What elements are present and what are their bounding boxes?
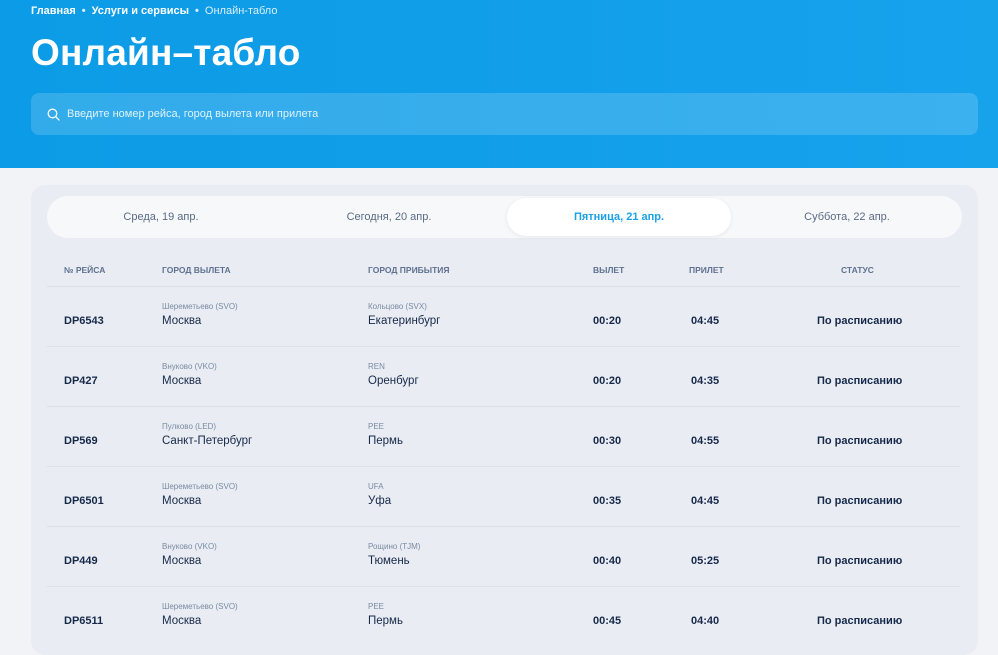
departure-time: 00:35 [593,495,622,507]
flight-table: DP6543 Шереметьево (SVO) Москва Кольцово… [47,286,960,646]
departure-airport: Шереметьево (SVO) [162,602,238,611]
breadcrumb-current: Онлайн-табло [204,5,278,17]
arrival-city: Тюмень [368,555,410,567]
arrival-airport: Кольцово (SVX) [368,302,427,311]
breadcrumb-home-link[interactable]: Главная [31,5,76,17]
arrival-time: 04:45 [691,315,720,327]
header-status: СТАТУС [841,265,874,275]
departure-airport: Внуково (VKO) [162,362,217,371]
breadcrumb-services-link[interactable]: Услуги и сервисы [92,5,189,17]
departure-time: 00:40 [593,555,622,567]
departure-time: 00:45 [593,615,622,627]
search-input[interactable] [67,108,947,120]
breadcrumb-separator: • [81,5,86,17]
table-row[interactable]: DP6511 Шереметьево (SVO) Москва PEE Перм… [47,586,960,646]
arrival-time: 04:40 [691,615,720,627]
header-flight: № РЕЙСА [64,265,106,275]
departure-airport: Шереметьево (SVO) [162,302,238,311]
breadcrumb-separator: • [195,5,199,17]
departure-city: Москва [162,495,202,507]
flight-status: По расписанию [817,495,903,507]
flight-status: По расписанию [817,315,903,327]
arrival-city: Пермь [368,615,403,627]
flight-status: По расписанию [817,615,903,627]
flight-number: DP427 [64,375,98,387]
arrival-airport: REN [368,362,385,371]
arrival-time: 04:55 [691,435,720,447]
departure-city: Москва [162,315,202,327]
tab-wednesday[interactable]: Среда, 19 апр. [49,198,273,236]
departure-city: Москва [162,615,202,627]
search-box[interactable] [31,93,978,135]
flight-number: DP6543 [64,315,104,327]
table-row[interactable]: DP427 Внуково (VKO) Москва REN Оренбург … [47,346,960,406]
departure-time: 00:30 [593,435,622,447]
table-row[interactable]: DP569 Пулково (LED) Санкт-Петербург PEE … [47,406,960,466]
table-header: № РЕЙСА ГОРОД ВЫЛЕТА ГОРОД ПРИБЫТИЯ ВЫЛЕ… [31,265,978,285]
arrival-city: Пермь [368,435,403,447]
table-row[interactable]: DP449 Внуково (VKO) Москва Рощино (TJM) … [47,526,960,586]
table-row[interactable]: DP6543 Шереметьево (SVO) Москва Кольцово… [47,286,960,346]
arrival-airport: Рощино (TJM) [368,542,421,551]
flight-board: Среда, 19 апр. Сегодня, 20 апр. Пятница,… [31,185,978,655]
tab-friday[interactable]: Пятница, 21 апр. [507,198,731,236]
departure-time: 00:20 [593,315,622,327]
flight-number: DP6501 [64,495,104,507]
arrival-airport: PEE [368,602,385,611]
page-title: Онлайн–табло [31,32,301,73]
tab-today[interactable]: Сегодня, 20 апр. [277,198,501,236]
arrival-city: Екатеринбург [368,315,441,327]
departure-time: 00:20 [593,375,622,387]
page-header: Главная • Услуги и сервисы • Онлайн-табл… [0,0,998,168]
header-arrival-time: ПРИЛЕТ [689,265,724,275]
header-arrival-city: ГОРОД ПРИБЫТИЯ [368,265,450,275]
flight-number: DP6511 [64,615,104,627]
search-icon [47,107,61,121]
breadcrumb: Главная • Услуги и сервисы • Онлайн-табл… [31,5,277,17]
flight-number: DP449 [64,555,98,567]
flight-status: По расписанию [817,435,903,447]
flight-status: По расписанию [817,555,903,567]
tab-saturday[interactable]: Суббота, 22 апр. [735,198,959,236]
departure-city: Санкт-Петербург [162,435,253,447]
departure-airport: Пулково (LED) [162,422,217,431]
arrival-time: 04:35 [691,375,720,387]
table-row[interactable]: DP6501 Шереметьево (SVO) Москва UFA Уфа … [47,466,960,526]
arrival-airport: UFA [368,482,384,491]
header-departure-city: ГОРОД ВЫЛЕТА [162,265,231,275]
flight-status: По расписанию [817,375,903,387]
arrival-time: 04:45 [691,495,720,507]
arrival-city: Уфа [368,495,392,507]
arrival-airport: PEE [368,422,385,431]
departure-city: Москва [162,555,202,567]
departure-city: Москва [162,375,202,387]
header-departure-time: ВЫЛЕТ [593,265,625,275]
arrival-time: 05:25 [691,555,720,567]
departure-airport: Внуково (VKO) [162,542,217,551]
departure-airport: Шереметьево (SVO) [162,482,238,491]
arrival-city: Оренбург [368,375,419,387]
date-tabs: Среда, 19 апр. Сегодня, 20 апр. Пятница,… [47,196,962,238]
flight-number: DP569 [64,435,98,447]
